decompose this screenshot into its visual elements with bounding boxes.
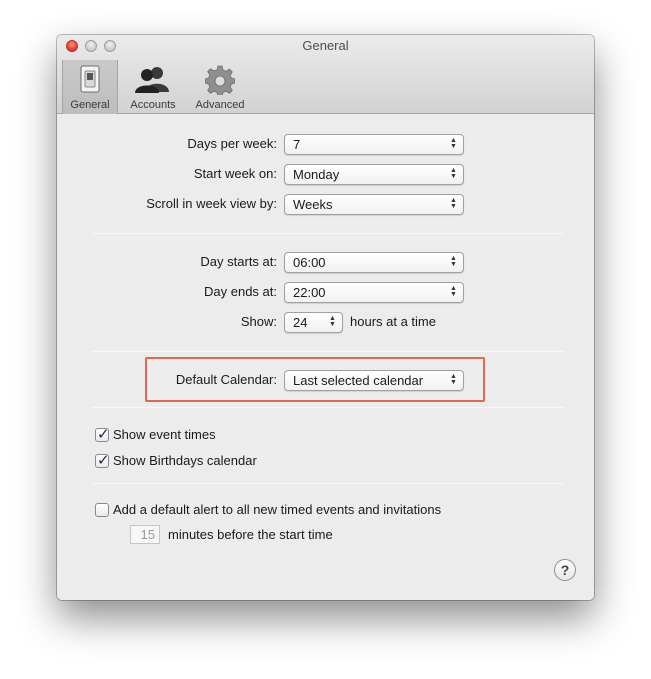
checkmark-icon: ✓ xyxy=(97,452,110,469)
updown-arrows-icon: ▲ ▼ xyxy=(450,373,457,386)
show-hours-suffix: hours at a time xyxy=(350,314,436,329)
default-alert-label: Add a default alert to all new timed eve… xyxy=(113,502,442,517)
separator xyxy=(92,351,564,352)
scroll-week-value: Weeks xyxy=(293,197,333,212)
days-per-week-label: Days per week: xyxy=(187,136,277,151)
gear-icon xyxy=(204,65,236,100)
default-alert-checkbox[interactable] xyxy=(95,503,109,517)
toolbar-general-label: General xyxy=(70,99,110,111)
scroll-week-label: Scroll in week view by: xyxy=(146,196,277,211)
updown-arrows-icon: ▲ ▼ xyxy=(450,167,457,180)
day-ends-value: 22:00 xyxy=(293,285,326,300)
days-per-week-value: 7 xyxy=(293,137,301,152)
show-hours-popup[interactable]: 24 ▲ ▼ xyxy=(284,312,343,333)
alert-minutes-suffix: minutes before the start time xyxy=(168,527,333,542)
window-title: General xyxy=(302,38,349,53)
day-starts-value: 06:00 xyxy=(293,255,326,270)
toolbar-advanced[interactable]: Advanced xyxy=(188,60,252,114)
show-event-times-checkbox[interactable]: ✓ xyxy=(95,426,110,443)
day-starts-popup[interactable]: 06:00 ▲ ▼ xyxy=(284,252,464,273)
default-calendar-value: Last selected calendar xyxy=(293,373,424,388)
default-calendar-popup[interactable]: Last selected calendar ▲ ▼ xyxy=(284,370,464,391)
days-per-week-popup[interactable]: 7 ▲ ▼ xyxy=(284,134,464,155)
people-icon xyxy=(135,65,171,98)
general-pane: Days per week: 7 ▲ ▼ Start week on: Monda… xyxy=(57,115,594,600)
toolbar-general[interactable]: General xyxy=(62,60,118,114)
updown-arrows-icon: ▲ ▼ xyxy=(329,315,336,328)
start-week-value: Monday xyxy=(293,167,340,182)
updown-arrows-icon: ▲ ▼ xyxy=(450,285,457,298)
separator xyxy=(92,233,564,234)
scroll-week-popup[interactable]: Weeks ▲ ▼ xyxy=(284,194,464,215)
title-bar: General General Accounts Advanced xyxy=(57,35,594,114)
preferences-window: General General Accounts Advanced Days p… xyxy=(57,35,594,600)
toolbar-accounts-label: Accounts xyxy=(130,99,176,111)
start-week-label: Start week on: xyxy=(193,166,277,181)
updown-arrows-icon: ▲ ▼ xyxy=(450,137,457,150)
day-ends-label: Day ends at: xyxy=(204,284,277,299)
start-week-popup[interactable]: Monday ▲ ▼ xyxy=(284,164,464,185)
separator xyxy=(92,407,564,408)
toolbar-accounts[interactable]: Accounts xyxy=(124,60,182,114)
updown-arrows-icon: ▲ ▼ xyxy=(450,197,457,210)
toolbar-advanced-label: Advanced xyxy=(195,99,245,111)
day-ends-popup[interactable]: 22:00 ▲ ▼ xyxy=(284,282,464,303)
default-calendar-label: Default Calendar: xyxy=(175,372,277,387)
checkmark-icon: ✓ xyxy=(97,426,110,443)
show-birthdays-label: Show Birthdays calendar xyxy=(113,453,257,468)
separator xyxy=(92,483,564,484)
switch-icon xyxy=(77,65,103,98)
help-button[interactable]: ? xyxy=(554,559,576,581)
show-event-times-label: Show event times xyxy=(113,427,216,442)
show-hours-value: 24 xyxy=(293,315,308,330)
show-hours-label: Show: xyxy=(240,314,277,329)
day-starts-label: Day starts at: xyxy=(200,254,277,269)
show-birthdays-checkbox[interactable]: ✓ xyxy=(95,452,110,469)
updown-arrows-icon: ▲ ▼ xyxy=(450,255,457,268)
alert-minutes-field[interactable]: 15 xyxy=(130,525,160,544)
